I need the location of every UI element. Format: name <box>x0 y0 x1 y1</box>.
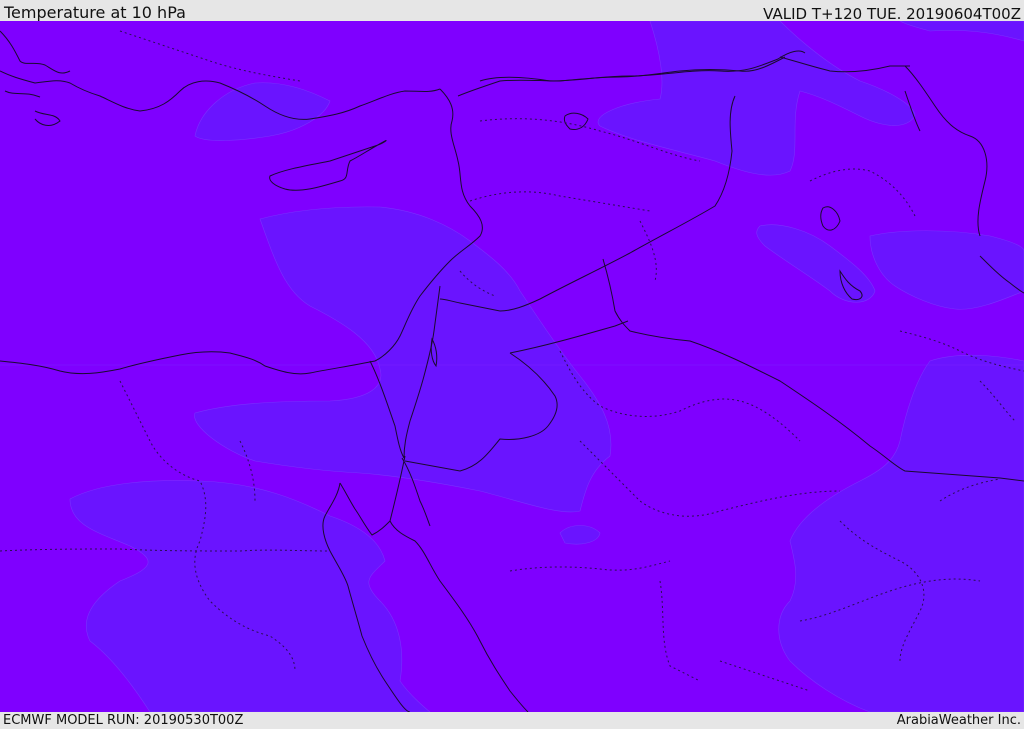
credit-label: ArabiaWeather Inc. <box>896 713 1021 728</box>
footer-bar: ECMWF MODEL RUN: 20190530T00Z ArabiaWeat… <box>0 712 1024 729</box>
map-canvas[interactable] <box>0 21 1024 712</box>
map-title: Temperature at 10 hPa <box>4 3 186 22</box>
model-run-label: ECMWF MODEL RUN: 20190530T00Z <box>3 713 244 728</box>
weather-map-frame: Temperature at 10 hPa VALID T+120 TUE. 2… <box>0 0 1024 729</box>
temperature-map <box>0 21 1024 712</box>
header-bar: Temperature at 10 hPa VALID T+120 TUE. 2… <box>0 0 1024 23</box>
